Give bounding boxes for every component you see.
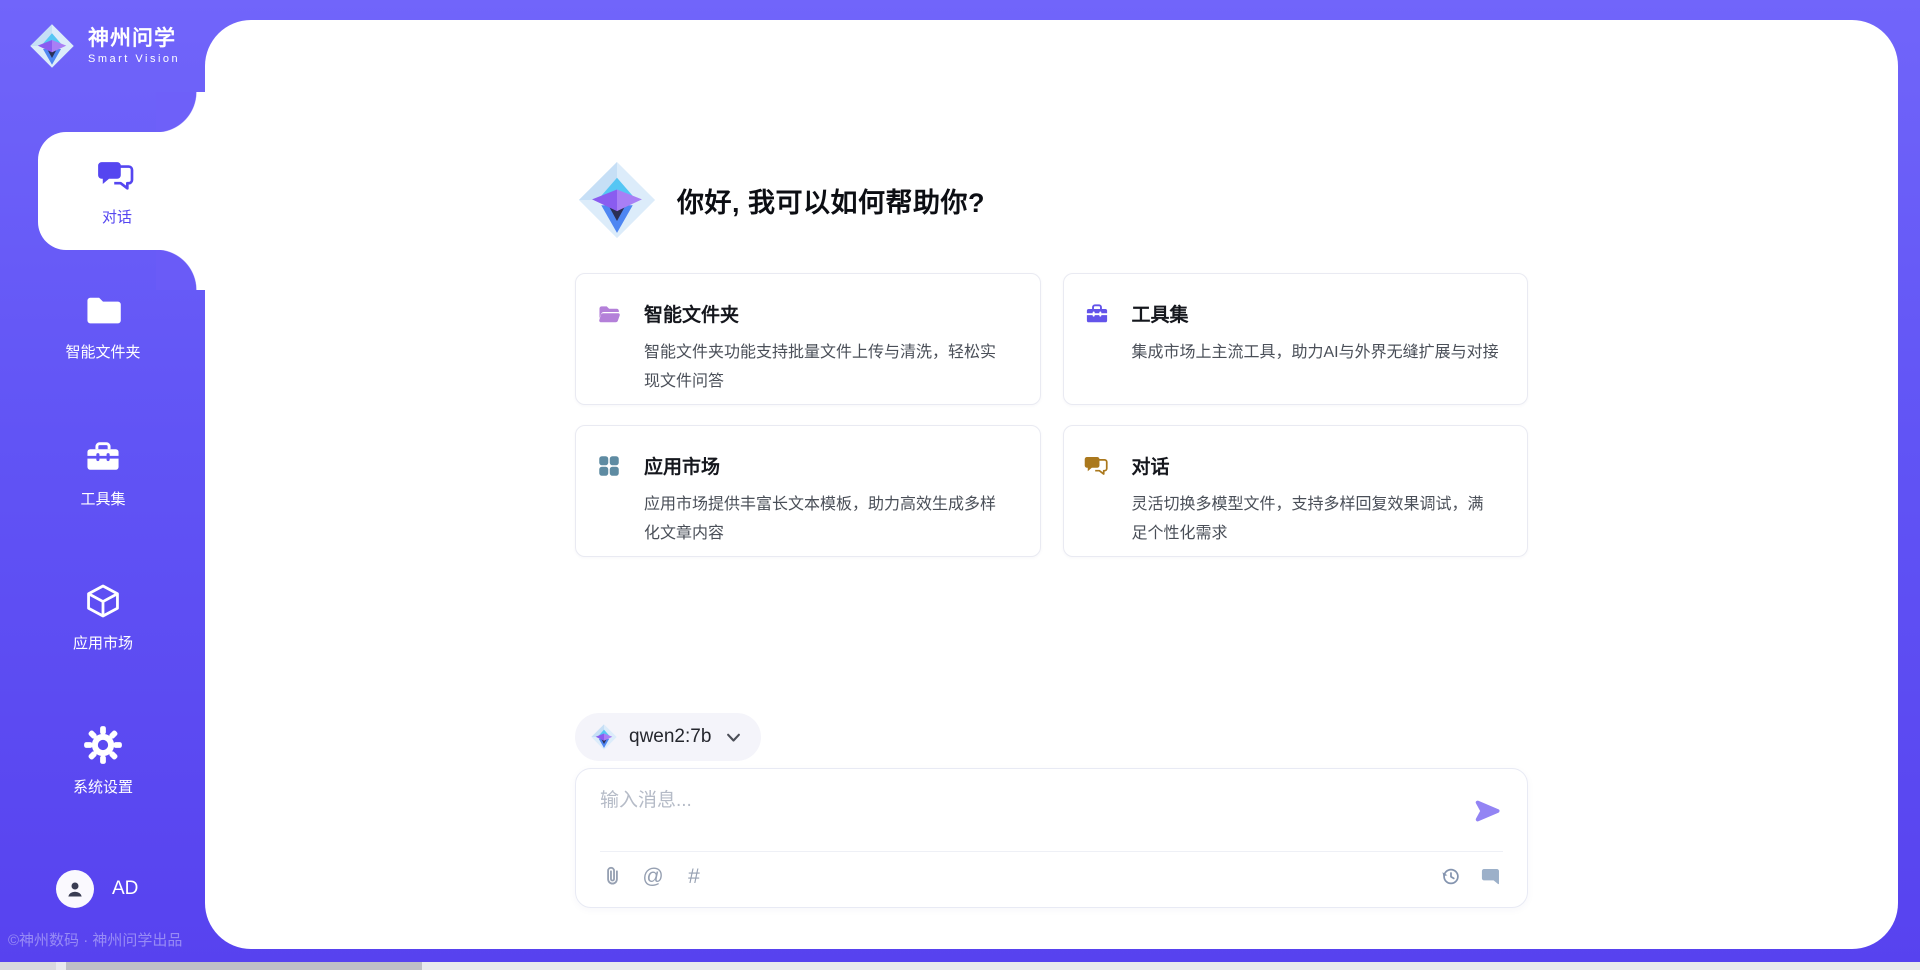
- content-column: 你好, 我可以如何帮助你? 智能文件夹 智能文件夹功能支持批量文件上传与清洗，轻…: [575, 20, 1528, 949]
- paperclip-icon: [601, 865, 624, 888]
- sidebar-item-chat[interactable]: 对话: [38, 132, 206, 250]
- card-toolset[interactable]: 工具集 集成市场上主流工具，助力AI与外界无缝扩展与对接: [1063, 273, 1529, 405]
- sidebar-item-smart-folder[interactable]: 智能文件夹: [0, 290, 206, 362]
- apps-icon: [596, 453, 622, 479]
- card-head: 工具集: [1084, 300, 1500, 327]
- horizontal-scrollbar: [0, 962, 1920, 970]
- folder-open-icon: [596, 301, 622, 327]
- person-icon: [63, 877, 87, 901]
- card-description: 灵活切换多模型文件，支持多样回复效果调试，满足个性化需求: [1132, 490, 1500, 548]
- greeting-logo-icon: [575, 158, 659, 242]
- card-title: 工具集: [1132, 300, 1189, 327]
- user-profile[interactable]: AD: [56, 870, 138, 908]
- sidebar-item-app-market[interactable]: 应用市场: [0, 581, 206, 653]
- brand-text: 神州问学 Smart Vision: [88, 27, 180, 65]
- card-description: 智能文件夹功能支持批量文件上传与清洗，轻松实现文件问答: [644, 338, 1012, 396]
- at-icon: @: [642, 866, 663, 887]
- chat-icon: [1084, 453, 1110, 479]
- copyright-footer: ©神州数码 · 神州问学出品: [8, 929, 208, 950]
- feedback-button[interactable]: [1479, 863, 1503, 889]
- hashtag-button[interactable]: #: [682, 863, 706, 889]
- cube-icon: [83, 581, 123, 621]
- brand-name: 神州问学: [88, 27, 180, 51]
- tab-curve-top: [156, 92, 206, 133]
- toolbox-icon: [83, 437, 123, 477]
- mention-button[interactable]: @: [641, 863, 665, 889]
- model-selector[interactable]: qwen2:7b: [575, 713, 761, 761]
- card-head: 智能文件夹: [596, 300, 1012, 327]
- folder-icon: [83, 290, 123, 330]
- chat-icon: [97, 156, 137, 196]
- card-title: 对话: [1132, 452, 1170, 479]
- send-button[interactable]: [1471, 795, 1503, 827]
- model-name: qwen2:7b: [629, 726, 711, 748]
- sidebar-item-label: 智能文件夹: [65, 341, 140, 362]
- sidebar-item-label: 工具集: [80, 488, 125, 509]
- card-head: 应用市场: [596, 452, 1012, 479]
- brand-logo: 神州问学 Smart Vision: [28, 22, 180, 70]
- brand-subtitle: Smart Vision: [88, 53, 180, 65]
- history-button[interactable]: [1438, 863, 1462, 889]
- scrollbar-corner: [0, 962, 56, 970]
- model-selector-row: qwen2:7b: [575, 713, 761, 761]
- message-composer: @ #: [575, 768, 1528, 908]
- card-title: 智能文件夹: [644, 300, 739, 327]
- composer-tools-left: @ #: [600, 863, 706, 889]
- sidebar-item-label: 系统设置: [73, 776, 133, 797]
- sidebar-item-settings[interactable]: 系统设置: [0, 725, 206, 797]
- card-title: 应用市场: [644, 452, 720, 479]
- composer-toolbar: @ #: [600, 862, 1503, 890]
- feature-cards: 智能文件夹 智能文件夹功能支持批量文件上传与清洗，轻松实现文件问答 工具集 集成…: [575, 273, 1528, 557]
- scrollbar-thumb[interactable]: [66, 962, 422, 970]
- card-description: 应用市场提供丰富长文本模板，助力高效生成多样化文章内容: [644, 490, 1012, 548]
- card-app-market[interactable]: 应用市场 应用市场提供丰富长文本模板，助力高效生成多样化文章内容: [575, 425, 1041, 557]
- gear-icon: [83, 725, 123, 765]
- sidebar-item-label: 对话: [102, 206, 132, 227]
- history-icon: [1439, 865, 1462, 888]
- chat-bubble-icon: [1480, 865, 1503, 888]
- user-name: AD: [112, 878, 138, 900]
- greeting-text: 你好, 我可以如何帮助你?: [677, 181, 985, 220]
- hash-icon: #: [688, 866, 700, 887]
- card-head: 对话: [1084, 452, 1500, 479]
- message-input[interactable]: [600, 785, 1400, 843]
- greeting-block: 你好, 我可以如何帮助你?: [575, 158, 985, 242]
- composer-tools-right: [1438, 863, 1503, 889]
- app-logo-icon: [28, 22, 76, 70]
- card-chat[interactable]: 对话 灵活切换多模型文件，支持多样回复效果调试，满足个性化需求: [1063, 425, 1529, 557]
- card-smart-folder[interactable]: 智能文件夹 智能文件夹功能支持批量文件上传与清洗，轻松实现文件问答: [575, 273, 1041, 405]
- attach-file-button[interactable]: [600, 863, 624, 889]
- avatar: [56, 870, 94, 908]
- toolbox-icon: [1084, 301, 1110, 327]
- card-description: 集成市场上主流工具，助力AI与外界无缝扩展与对接: [1132, 338, 1500, 367]
- tab-curve-bottom: [156, 249, 206, 290]
- composer-divider: [600, 851, 1503, 852]
- main-panel: 你好, 我可以如何帮助你? 智能文件夹 智能文件夹功能支持批量文件上传与清洗，轻…: [205, 20, 1898, 949]
- sidebar-item-label: 应用市场: [73, 632, 133, 653]
- sidebar-item-toolset[interactable]: 工具集: [0, 437, 206, 509]
- send-icon: [1472, 796, 1502, 826]
- chevron-down-icon: [726, 730, 741, 745]
- model-logo-icon: [590, 723, 618, 751]
